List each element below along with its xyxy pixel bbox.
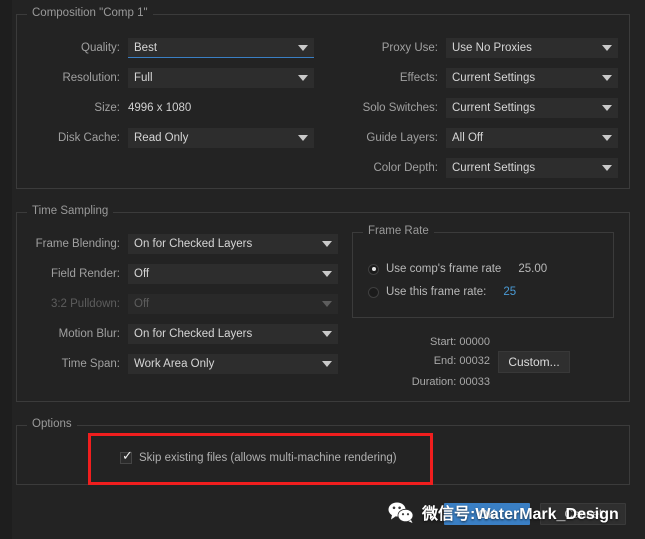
chevron-down-icon (602, 165, 612, 171)
start-label: Start: (430, 336, 457, 348)
effects-dropdown[interactable]: Current Settings (446, 68, 618, 88)
watermark-text: 微信号:WaterMark_Design (422, 506, 619, 523)
effects-value: Current Settings (452, 72, 536, 84)
time-span-label: Time Span: (61, 358, 120, 370)
time-sampling-group-title: Time Sampling (27, 205, 114, 217)
wechat-icon (388, 501, 414, 523)
options-group-title: Options (27, 418, 77, 430)
color-depth-label: Color Depth: (373, 162, 438, 174)
radio-use-comp-frame-rate[interactable] (368, 263, 379, 275)
end-time-row: End: 00032 (380, 355, 490, 367)
chevron-down-icon (322, 271, 332, 277)
proxy-use-row: Proxy Use: Use No Proxies (330, 37, 620, 59)
quality-dropdown[interactable]: Best (128, 38, 314, 58)
custom-button[interactable]: Custom... (498, 351, 570, 373)
motion-blur-dropdown[interactable]: On for Checked Layers (128, 324, 338, 344)
frame-blending-value: On for Checked Layers (134, 238, 253, 250)
window-left-edge (0, 0, 12, 539)
radio-use-this-frame-rate[interactable] (368, 286, 379, 298)
time-span-row: Time Span: Work Area Only (22, 353, 342, 375)
end-value: 00032 (459, 355, 490, 367)
quality-row: Quality: Best (24, 37, 324, 59)
chevron-down-icon (322, 331, 332, 337)
solo-switches-value: Current Settings (452, 102, 536, 114)
proxy-use-dropdown[interactable]: Use No Proxies (446, 38, 618, 58)
chevron-down-icon (298, 75, 308, 81)
solo-switches-label: Solo Switches: (362, 102, 438, 114)
pulldown-dropdown: Off (128, 294, 338, 314)
solo-switches-dropdown[interactable]: Current Settings (446, 98, 618, 118)
chevron-down-icon (602, 105, 612, 111)
effects-row: Effects: Current Settings (330, 67, 620, 89)
motion-blur-value: On for Checked Layers (134, 328, 253, 340)
proxy-use-value: Use No Proxies (452, 42, 532, 54)
field-render-label: Field Render: (50, 268, 120, 280)
frame-blending-dropdown[interactable]: On for Checked Layers (128, 234, 338, 254)
size-value: 4996 x 1080 (128, 102, 192, 114)
chevron-down-icon (322, 301, 332, 307)
disk-cache-label: Disk Cache: (58, 132, 120, 144)
field-render-value: Off (134, 268, 150, 280)
chevron-down-icon (298, 135, 308, 141)
start-value: 00000 (459, 336, 490, 348)
pulldown-value: Off (134, 298, 150, 310)
pulldown-label: 3:2 Pulldown: (50, 298, 120, 310)
chevron-down-icon (298, 44, 308, 51)
guide-layers-label: Guide Layers: (366, 132, 438, 144)
comp-frame-rate-value: 25.00 (518, 263, 548, 275)
use-comp-frame-rate-option[interactable]: Use comp's frame rate 25.00 (368, 263, 547, 275)
field-render-row: Field Render: Off (22, 263, 342, 285)
resolution-value: Full (134, 72, 153, 84)
guide-layers-dropdown[interactable]: All Off (446, 128, 618, 148)
frame-rate-group: Frame Rate (352, 225, 614, 318)
proxy-use-label: Proxy Use: (381, 42, 438, 54)
disk-cache-dropdown[interactable]: Read Only (128, 128, 314, 148)
use-comp-frame-rate-label: Use comp's frame rate (386, 263, 502, 275)
duration-value: 00033 (459, 376, 490, 388)
color-depth-value: Current Settings (452, 162, 536, 174)
skip-existing-files-label: Skip existing files (allows multi-machin… (139, 452, 397, 464)
color-depth-row: Color Depth: Current Settings (330, 157, 620, 179)
duration-label: Duration: (411, 376, 457, 388)
motion-blur-row: Motion Blur: On for Checked Layers (22, 323, 342, 345)
pulldown-row: 3:2 Pulldown: Off (22, 293, 342, 315)
resolution-dropdown[interactable]: Full (128, 68, 314, 88)
size-row: Size: 4996 x 1080 (24, 99, 324, 117)
start-time-row: Start: 00000 (380, 336, 490, 348)
frame-blending-label: Frame Blending: (35, 238, 120, 250)
guide-layers-value: All Off (452, 132, 484, 144)
watermark-overlay: 微信号:WaterMark_Design (388, 500, 619, 524)
motion-blur-label: Motion Blur: (58, 328, 120, 340)
duration-row: Duration: 00033 (380, 376, 490, 388)
skip-existing-files-row[interactable]: ✓ Skip existing files (allows multi-mach… (120, 449, 397, 464)
chevron-down-icon (602, 135, 612, 141)
chevron-down-icon (602, 75, 612, 81)
this-frame-rate-input[interactable]: 25 (503, 286, 516, 298)
chevron-down-icon (322, 361, 332, 367)
use-this-frame-rate-label: Use this frame rate: (386, 286, 487, 298)
guide-layers-row: Guide Layers: All Off (330, 127, 620, 149)
frame-blending-row: Frame Blending: On for Checked Layers (22, 233, 342, 255)
use-this-frame-rate-option[interactable]: Use this frame rate: 25 (368, 286, 516, 298)
quality-value: Best (134, 41, 158, 54)
composition-group-title: Composition "Comp 1" (27, 7, 153, 19)
size-label: Size: (94, 102, 120, 114)
end-label: End: (433, 355, 457, 367)
resolution-label: Resolution: (62, 72, 120, 84)
resolution-row: Resolution: Full (24, 67, 324, 89)
skip-existing-files-checkbox[interactable]: ✓ (120, 449, 133, 464)
disk-cache-row: Disk Cache: Read Only (24, 127, 324, 149)
quality-label: Quality: (81, 42, 120, 54)
solo-switches-row: Solo Switches: Current Settings (330, 97, 620, 119)
time-span-dropdown[interactable]: Work Area Only (128, 354, 338, 374)
chevron-down-icon (322, 241, 332, 247)
color-depth-dropdown[interactable]: Current Settings (446, 158, 618, 178)
effects-label: Effects: (399, 72, 438, 84)
frame-rate-group-title: Frame Rate (363, 225, 434, 237)
field-render-dropdown[interactable]: Off (128, 264, 338, 284)
disk-cache-value: Read Only (134, 132, 189, 144)
time-span-value: Work Area Only (134, 358, 215, 370)
check-icon: ✓ (122, 449, 133, 464)
chevron-down-icon (602, 45, 612, 51)
